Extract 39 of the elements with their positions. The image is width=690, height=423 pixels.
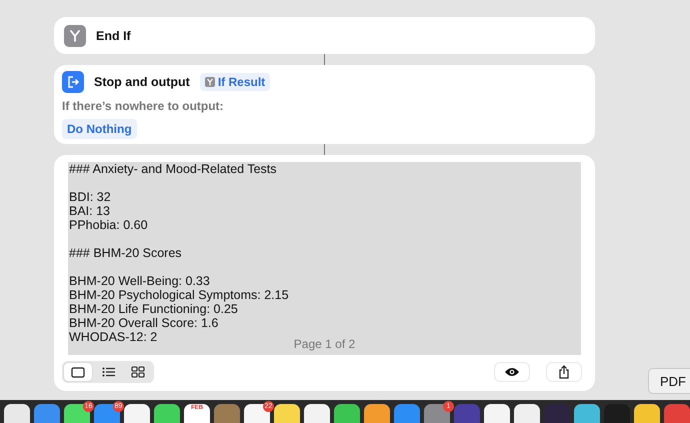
share-button[interactable] — [547, 363, 581, 381]
branch-icon — [204, 77, 215, 87]
app-icon[interactable] — [484, 404, 510, 423]
single-page-icon — [71, 366, 85, 378]
variable-token[interactable]: If Result — [200, 73, 270, 91]
document-line: PPhobia: 0.60 — [69, 218, 148, 232]
document-line: BHM-20 Overall Score: 1.6 — [69, 316, 218, 330]
action-title: End If — [96, 29, 131, 43]
action-title: Stop and output — [94, 75, 190, 89]
share-icon — [558, 365, 570, 379]
eye-icon — [504, 367, 520, 377]
document-line: BDI: 32 — [69, 190, 111, 204]
app-icon[interactable] — [334, 404, 360, 423]
fallback-option[interactable]: Do Nothing — [62, 119, 137, 139]
document-line: BHM-20 Well-Being: 0.33 — [69, 274, 210, 288]
preview-button[interactable] — [495, 363, 529, 381]
document-line: BAI: 13 — [69, 204, 110, 218]
app-icon[interactable] — [154, 404, 180, 423]
app-icon[interactable] — [274, 404, 300, 423]
grid-icon — [131, 366, 145, 378]
view-mode-button[interactable] — [64, 363, 92, 381]
app-icon[interactable] — [364, 404, 390, 423]
fallback-label: If there’s nowhere to output: — [62, 99, 225, 113]
document-line: WHODAS-12: 2 — [69, 330, 158, 344]
page-indicator: Page 1 of 2 — [294, 337, 356, 351]
document-line: BHM-20 Life Functioning: 0.25 — [69, 302, 238, 316]
exit-icon — [62, 71, 84, 93]
list-icon — [102, 367, 114, 377]
tooltip: PDF — [648, 368, 690, 394]
branch-icon — [64, 25, 86, 47]
document-line: ### Anxiety- and Mood-Related Tests — [69, 162, 277, 176]
app-icon[interactable] — [634, 404, 660, 423]
app-icon[interactable] — [124, 404, 150, 423]
app-icon[interactable] — [514, 404, 540, 423]
document-line: BHM-20 Psychological Symptoms: 2.15 — [69, 288, 289, 302]
app-icon[interactable] — [4, 404, 30, 423]
app-icon[interactable] — [304, 404, 330, 423]
document-line: ### BHM-20 Scores — [69, 246, 182, 260]
app-icon[interactable] — [574, 404, 600, 423]
